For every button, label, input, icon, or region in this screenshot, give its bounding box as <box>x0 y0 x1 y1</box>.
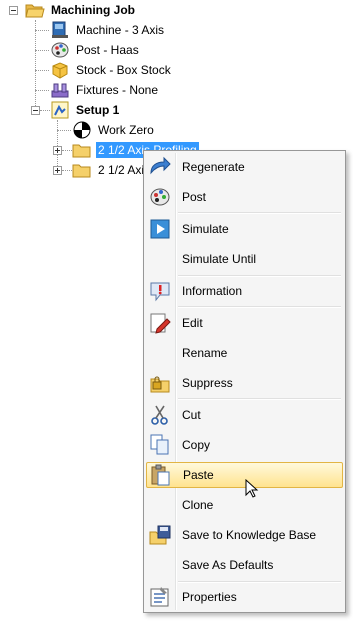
fixtures-icon <box>50 80 70 100</box>
menu-item-label: Paste <box>183 468 214 482</box>
tree-node-label: Machine - 3 Axis <box>76 23 165 37</box>
menu-item-post[interactable]: Post <box>146 184 343 210</box>
tree-node-label: Machining Job <box>51 3 135 17</box>
menu-item-suppress[interactable]: Suppress <box>146 370 343 396</box>
tree-node-label: Work Zero <box>98 123 154 137</box>
menu-item-label: Simulate <box>182 222 229 236</box>
menu-item-rename[interactable]: Rename <box>146 340 343 366</box>
menu-item-label: Information <box>182 284 243 298</box>
menu-item-label: Cut <box>182 408 201 422</box>
post-icon <box>147 185 173 209</box>
machine-icon <box>50 20 70 40</box>
tree-node-work-zero[interactable]: Work Zero <box>72 121 156 139</box>
menu-item-label: Clone <box>182 498 214 512</box>
tree-line <box>35 50 49 51</box>
tree-line <box>57 130 71 131</box>
menu-separator <box>178 306 341 308</box>
save-knowledge-base-icon <box>147 523 173 547</box>
tree-line <box>35 90 49 91</box>
tree-line <box>62 150 72 151</box>
menu-item-edit[interactable]: Edit <box>146 310 343 336</box>
edit-pencil-icon <box>147 311 173 335</box>
menu-item-label: Edit <box>182 316 203 330</box>
tree-node-fixtures[interactable]: Fixtures - None <box>50 81 160 99</box>
stock-box-icon <box>50 60 70 80</box>
tree-node-label: Setup 1 <box>76 103 120 117</box>
information-icon <box>147 279 173 303</box>
tree-line <box>57 120 58 170</box>
tree-node-machine[interactable]: Machine - 3 Axis <box>50 21 166 39</box>
menu-item-properties[interactable]: Properties <box>146 584 343 610</box>
tree-node-stock[interactable]: Stock - Box Stock <box>50 61 173 79</box>
folder-open-icon <box>25 0 45 20</box>
context-menu: Regenerate Post Simulate Simulate Until … <box>143 150 346 613</box>
tree-node-label: Fixtures - None <box>76 83 159 97</box>
tree-line <box>35 20 36 110</box>
tree-node-axis-folder[interactable]: 2 1/2 Axis <box>72 161 152 179</box>
menu-item-label: Save As Defaults <box>182 558 274 572</box>
setup-icon <box>50 100 70 120</box>
regenerate-arrow-icon <box>147 155 173 179</box>
play-icon <box>147 217 173 241</box>
menu-item-simulate-until[interactable]: Simulate Until <box>146 246 343 272</box>
menu-item-regenerate[interactable]: Regenerate <box>146 154 343 180</box>
menu-item-save-as-defaults[interactable]: Save As Defaults <box>146 552 343 578</box>
tree-node-label: Post - Haas <box>76 43 139 57</box>
post-icon <box>50 40 70 60</box>
tree-line <box>35 70 49 71</box>
tree-line <box>62 170 72 171</box>
tree-node-setup[interactable]: Setup 1 <box>50 101 121 119</box>
tree-line <box>35 30 49 31</box>
work-zero-icon <box>72 120 92 140</box>
menu-separator <box>178 581 341 583</box>
tree-node-label: Stock - Box Stock <box>76 63 171 77</box>
menu-item-label: Copy <box>182 438 211 452</box>
menu-item-label: Rename <box>182 346 228 360</box>
collapse-machining-job-button[interactable] <box>9 6 18 15</box>
properties-icon <box>147 585 173 609</box>
scissors-icon <box>147 403 173 427</box>
menu-item-cut[interactable]: Cut <box>146 402 343 428</box>
folder-icon <box>72 140 92 160</box>
menu-item-label: Save to Knowledge Base <box>182 528 317 542</box>
mouse-pointer-icon <box>245 478 259 499</box>
menu-item-label: Regenerate <box>182 160 245 174</box>
menu-item-label: Simulate Until <box>182 252 257 266</box>
tree-node-post[interactable]: Post - Haas <box>50 41 141 59</box>
expand-folder-button[interactable] <box>53 166 62 175</box>
menu-item-simulate[interactable]: Simulate <box>146 216 343 242</box>
tree-line <box>40 110 50 111</box>
menu-separator <box>178 398 341 400</box>
menu-separator <box>178 275 341 277</box>
menu-item-label: Properties <box>182 590 237 604</box>
tree-node-machining-job[interactable]: Machining Job <box>25 1 137 19</box>
menu-item-copy[interactable]: Copy <box>146 432 343 458</box>
menu-item-information[interactable]: Information <box>146 278 343 304</box>
lock-folder-icon <box>147 371 173 395</box>
menu-separator <box>178 212 341 214</box>
expand-profiling-button[interactable] <box>53 146 62 155</box>
menu-item-label: Post <box>182 190 207 204</box>
paste-icon <box>148 463 174 487</box>
folder-icon <box>72 160 92 180</box>
copy-icon <box>147 433 173 457</box>
menu-item-label: Suppress <box>182 376 233 390</box>
collapse-setup-button[interactable] <box>31 106 40 115</box>
menu-item-save-knowledge-base[interactable]: Save to Knowledge Base <box>146 522 343 548</box>
